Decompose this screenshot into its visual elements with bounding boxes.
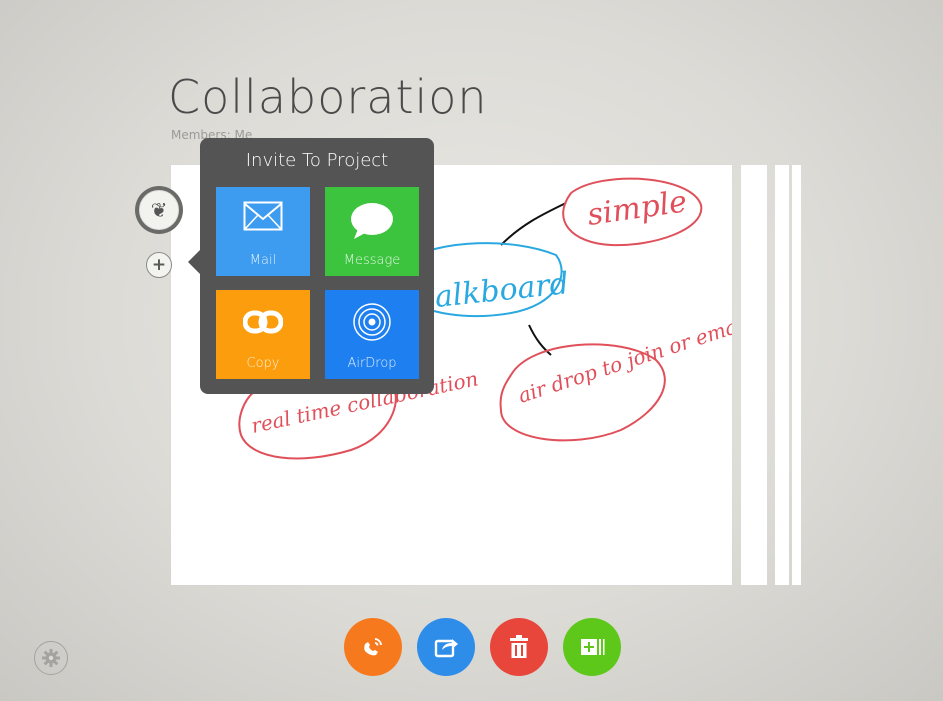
popover-title: Invite To Project bbox=[245, 150, 389, 171]
add-member-button[interactable]: + bbox=[146, 252, 172, 278]
page-thumbnail-2[interactable] bbox=[741, 165, 767, 585]
invite-mail-button[interactable]: Mail bbox=[216, 187, 310, 276]
trash-icon bbox=[510, 635, 528, 658]
note-whiteboard: alkboard bbox=[433, 266, 570, 315]
invite-airdrop-button[interactable]: AirDrop bbox=[325, 290, 419, 379]
page-title: Collaboration bbox=[168, 70, 488, 124]
message-icon bbox=[325, 201, 419, 241]
invite-message-button[interactable]: Message bbox=[325, 187, 419, 276]
add-page-button[interactable] bbox=[563, 618, 621, 676]
invite-message-label: Message bbox=[343, 253, 401, 268]
invite-copy-button[interactable]: Copy bbox=[216, 290, 310, 379]
invite-popover: Invite To Project Mail Message Copy AirD… bbox=[188, 138, 434, 394]
invite-mail-label: Mail bbox=[249, 253, 277, 268]
share-icon bbox=[434, 639, 458, 658]
add-page-icon bbox=[581, 639, 605, 655]
invite-copy-label: Copy bbox=[246, 356, 280, 371]
share-button[interactable] bbox=[417, 618, 475, 676]
delete-button[interactable] bbox=[490, 618, 548, 676]
note-simple: simple bbox=[585, 184, 689, 233]
link-icon bbox=[216, 310, 310, 334]
call-icon bbox=[364, 638, 382, 656]
airdrop-icon bbox=[325, 302, 419, 342]
note-airdrop: air drop to join or email bbox=[515, 310, 732, 407]
page-thumbnail-4[interactable] bbox=[792, 165, 801, 585]
butterfly-icon: ❦ bbox=[139, 190, 179, 230]
member-avatar[interactable]: ❦ bbox=[135, 186, 183, 234]
gear-icon bbox=[42, 649, 60, 667]
settings-button[interactable] bbox=[34, 641, 68, 675]
call-button[interactable] bbox=[344, 618, 402, 676]
invite-airdrop-label: AirDrop bbox=[347, 356, 397, 371]
mail-icon bbox=[216, 201, 310, 231]
page-thumbnail-3[interactable] bbox=[775, 165, 789, 585]
